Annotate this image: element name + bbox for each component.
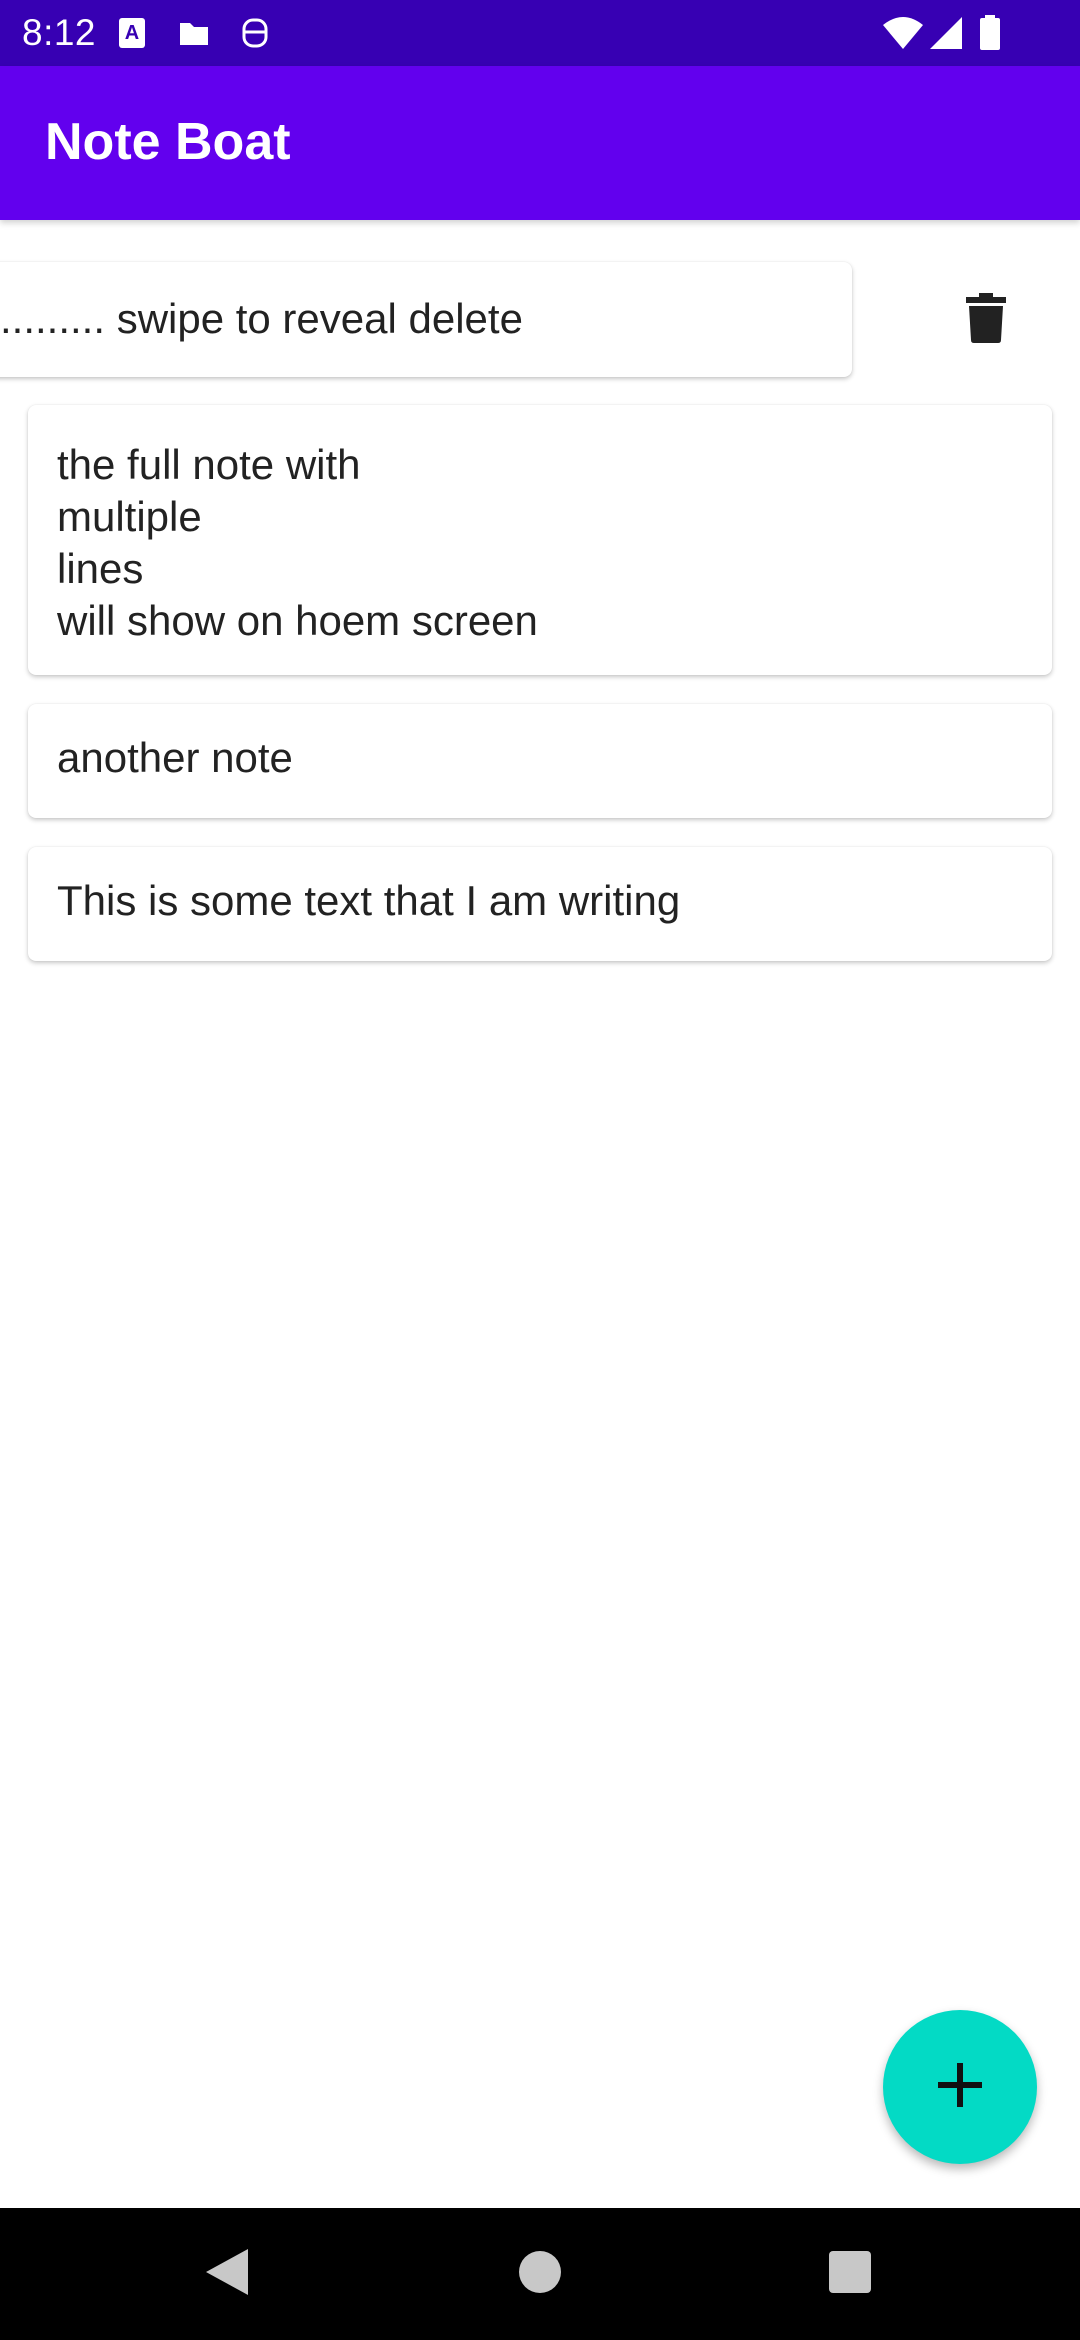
note-text: the full note with multiple lines will s…: [57, 441, 538, 644]
note-card[interactable]: the full note with multiple lines will s…: [28, 405, 1052, 675]
wifi-icon: [881, 15, 925, 51]
note-card-swiped[interactable]: ......... swipe to reveal delete: [0, 262, 852, 377]
sd-card-icon: [176, 15, 212, 51]
status-time: 8:12: [22, 12, 97, 53]
status-bar: 8:12 A: [0, 0, 1080, 66]
accessibility-a-icon: A: [116, 15, 152, 51]
plus-icon: [938, 2062, 982, 2112]
recents-icon: [828, 2250, 872, 2299]
recents-button[interactable]: [820, 2244, 880, 2304]
app-bar: Note Boat: [0, 66, 1080, 220]
delete-button[interactable]: [955, 285, 1017, 355]
home-button[interactable]: [510, 2244, 570, 2304]
app-title: Note Boat: [45, 113, 291, 171]
back-icon: [204, 2247, 248, 2302]
note-card[interactable]: This is some text that I am writing: [28, 847, 1052, 961]
note-text: ......... swipe to reveal delete: [0, 295, 523, 342]
note-text: another note: [57, 734, 293, 781]
trash-icon: [966, 292, 1006, 348]
note-text: This is some text that I am writing: [57, 877, 681, 924]
home-icon: [518, 2250, 562, 2299]
signal-icon: [928, 15, 964, 51]
svg-text:A: A: [125, 22, 139, 44]
battery-icon: [978, 15, 1002, 51]
back-button[interactable]: [196, 2244, 256, 2304]
navigation-bar: [0, 2208, 1080, 2340]
add-note-button[interactable]: [883, 2010, 1037, 2164]
face-icon: [238, 15, 274, 51]
note-card[interactable]: another note: [28, 704, 1052, 818]
